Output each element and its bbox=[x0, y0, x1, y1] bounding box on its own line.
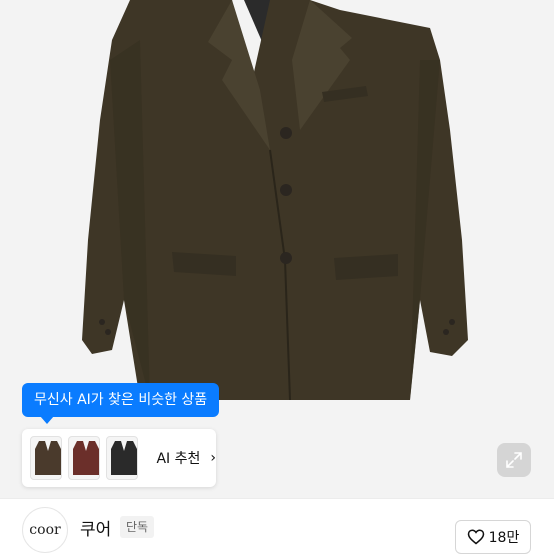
ai-similar-tooltip[interactable]: 무신사 AI가 찾은 비슷한 상품 bbox=[22, 383, 220, 424]
expand-image-button[interactable] bbox=[497, 443, 531, 477]
dark-brown-jacket-icon bbox=[35, 441, 61, 475]
like-count: 18만 bbox=[488, 530, 520, 546]
like-button[interactable]: 18만 bbox=[455, 520, 531, 554]
burgundy-jacket-icon bbox=[73, 441, 100, 475]
brand-logo[interactable]: coor bbox=[22, 507, 68, 553]
ai-recommend-label: AI 추천 bbox=[156, 451, 201, 467]
brand-row: coor 쿠어 단독 18만 bbox=[0, 499, 554, 554]
product-image[interactable] bbox=[0, 0, 554, 498]
black-jacket-icon bbox=[111, 441, 138, 475]
recommend-thumb-3[interactable] bbox=[106, 436, 139, 480]
chevron-right-icon: › bbox=[210, 450, 216, 466]
jacket-illustration bbox=[82, 0, 468, 401]
ai-recommend-card[interactable]: AI 추천 › bbox=[22, 429, 216, 487]
heart-outline-icon bbox=[467, 529, 484, 545]
ai-tooltip-text: 무신사 AI가 찾은 비슷한 상품 bbox=[34, 392, 208, 408]
recommend-thumb-2[interactable] bbox=[68, 436, 101, 480]
expand-icon bbox=[506, 452, 522, 468]
brand-name[interactable]: 쿠어 bbox=[80, 515, 111, 540]
exclusive-badge: 단독 bbox=[120, 516, 155, 538]
recommend-thumb-1[interactable] bbox=[30, 436, 63, 480]
tooltip-tail bbox=[40, 416, 54, 424]
